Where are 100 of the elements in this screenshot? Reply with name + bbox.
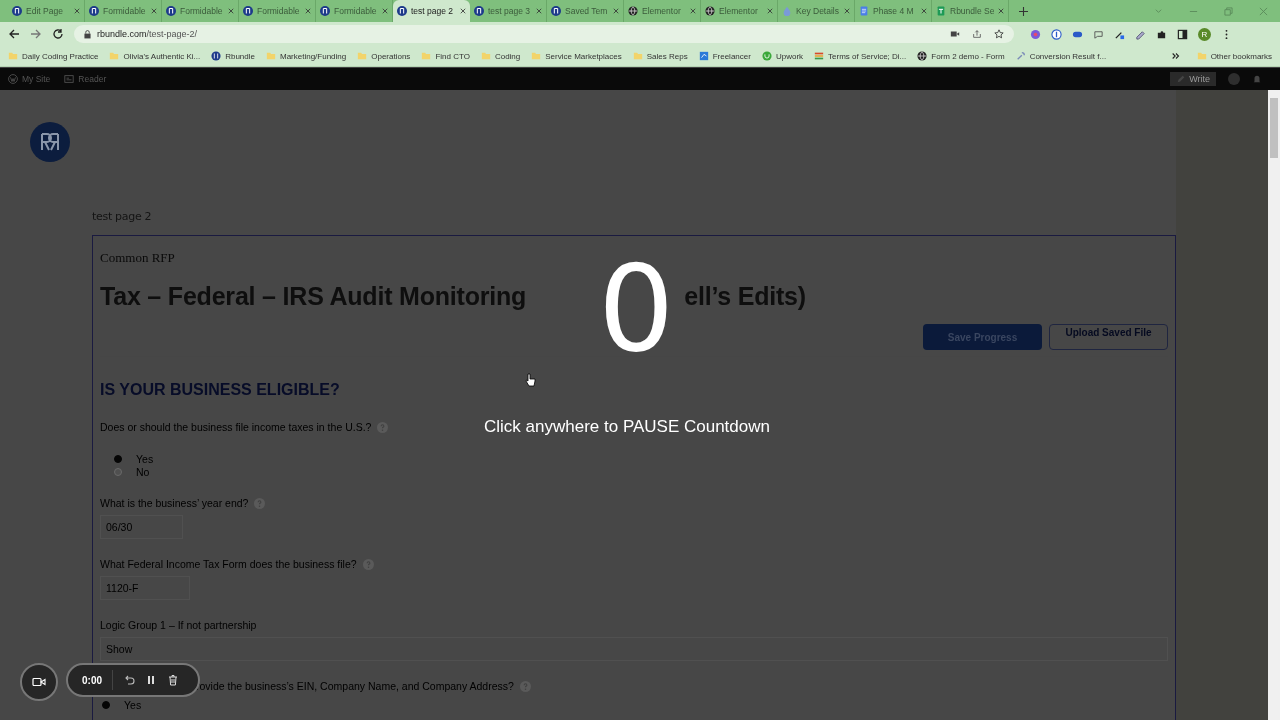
close-icon[interactable]: [228, 8, 234, 14]
trash-icon[interactable]: [167, 674, 179, 686]
logo-icon: [243, 6, 253, 16]
bookmark[interactable]: Freelancer: [698, 51, 751, 61]
folder-icon: [480, 51, 491, 61]
pause-icon[interactable]: [145, 674, 157, 686]
bookmark[interactable]: Find CTO: [421, 51, 470, 61]
tab-title: Formidable: [257, 6, 301, 16]
tab-title: Formidable: [334, 6, 378, 16]
close-icon[interactable]: [767, 8, 773, 14]
close-icon[interactable]: [921, 8, 927, 14]
upload-saved-file-button[interactable]: Upload Saved File: [1049, 324, 1168, 350]
tab-title: Phase 4 M: [873, 6, 915, 16]
radio-button[interactable]: [102, 700, 110, 709]
write-button[interactable]: Write: [1170, 72, 1216, 86]
back-icon[interactable]: [8, 28, 20, 40]
reader-link[interactable]: Reader: [78, 74, 107, 84]
folder-icon: [632, 51, 643, 61]
scrollbar-thumb[interactable]: [1270, 98, 1278, 158]
bookmark[interactable]: Terms of Service; Di...: [814, 51, 907, 61]
new-tab-icon[interactable]: [1019, 6, 1028, 16]
bookmark[interactable]: Sales Reps: [632, 51, 688, 61]
close-icon[interactable]: [998, 8, 1004, 14]
spreadsheet-icon: [936, 6, 946, 16]
more-chevron-icon[interactable]: [1170, 51, 1181, 61]
recording-time: 0:00: [82, 674, 102, 686]
bookmark[interactable]: Coding: [480, 51, 521, 61]
share-icon[interactable]: [972, 29, 982, 39]
close-icon[interactable]: [844, 8, 850, 14]
logo-icon: [761, 51, 772, 61]
undo-icon[interactable]: [123, 674, 135, 686]
folder-icon: [8, 51, 18, 61]
question-label: What is the business’ year end?: [100, 497, 249, 509]
forward-icon[interactable]: [30, 28, 42, 40]
input-field[interactable]: 06/30: [100, 515, 184, 539]
logo-icon: [166, 6, 176, 16]
radio-option[interactable]: Yes: [114, 452, 154, 465]
close-icon[interactable]: [690, 8, 696, 14]
logo-icon: [474, 6, 484, 16]
extension-icon[interactable]: [1030, 28, 1041, 40]
input-field[interactable]: Show: [100, 637, 1168, 661]
pen-icon: [1176, 74, 1187, 84]
close-icon[interactable]: [305, 8, 311, 14]
bookmark[interactable]: Olivia's Authentic Ki...: [109, 51, 201, 61]
tab-title: Elementor: [642, 6, 682, 16]
radio-option[interactable]: Yes: [102, 698, 142, 711]
camera-icon[interactable]: [950, 29, 960, 39]
close-icon[interactable]: [460, 8, 466, 14]
tab-title: Elementor: [719, 6, 759, 16]
close-icon[interactable]: [536, 8, 542, 14]
bookmark[interactable]: Conversion Result f...: [1015, 51, 1107, 61]
extension-icon[interactable]: [1135, 28, 1146, 40]
close-icon[interactable]: [151, 8, 157, 14]
star-icon[interactable]: [994, 29, 1004, 39]
puzzle-icon[interactable]: [1156, 28, 1167, 40]
tab-title: Formidable: [103, 6, 147, 16]
tab-title: Key Details: [796, 6, 840, 16]
chat-icon[interactable]: [1093, 28, 1104, 40]
radio-button[interactable]: [114, 454, 122, 463]
address-bar[interactable]: rbundle.com/test-page-2/: [74, 25, 1014, 43]
video-camera-icon: [32, 677, 46, 687]
close-icon[interactable]: [382, 8, 388, 14]
close-icon[interactable]: [74, 8, 80, 14]
bookmark[interactable]: Service Marketplaces: [531, 51, 622, 61]
bookmark[interactable]: Other bookmarks: [1196, 51, 1272, 61]
browser-tab[interactable]: test page 2: [393, 0, 470, 22]
tab-title: test page 2: [411, 6, 455, 16]
logo-icon[interactable]: [30, 122, 70, 162]
bookmark[interactable]: Rbundle: [211, 51, 255, 61]
tab-title: test page 3: [488, 6, 532, 16]
hand-cursor-icon: [524, 373, 536, 387]
folder-icon: [357, 51, 368, 61]
folder-icon: [1196, 51, 1207, 61]
extension-icon[interactable]: [1051, 28, 1062, 40]
close-icon[interactable]: [613, 8, 619, 14]
bookmark[interactable]: Marketing/Funding: [265, 51, 347, 61]
input-field[interactable]: 1120-F: [100, 576, 190, 600]
radio-option[interactable]: No: [114, 465, 150, 478]
bookmark[interactable]: Form 2 demo - Form: [917, 51, 1005, 61]
folder-icon: [531, 51, 542, 61]
form-kicker: Common RFP: [100, 250, 176, 266]
tab-title: Formidable: [180, 6, 224, 16]
bookmark[interactable]: Upwork: [761, 51, 804, 61]
logo-icon: [551, 6, 561, 16]
stripes-icon: [814, 51, 825, 61]
profile-avatar[interactable]: R: [1198, 27, 1211, 41]
logo-icon: [89, 6, 99, 16]
side-panel-icon[interactable]: [1177, 28, 1188, 40]
bookmark[interactable]: Daily Coding Practice: [8, 51, 99, 61]
document-icon: [859, 6, 869, 16]
bookmark[interactable]: Operations: [357, 51, 411, 61]
globe-icon: [917, 51, 928, 61]
question-label: What Federal Income Tax Form does the business file?: [100, 558, 357, 570]
logo-icon: [211, 51, 222, 61]
my-site-link[interactable]: My Site: [22, 74, 51, 84]
globe-icon: [628, 6, 638, 16]
radio-button[interactable]: [114, 467, 122, 476]
section-heading: IS YOUR BUSINESS ELIGIBLE?: [100, 381, 341, 399]
reload-icon[interactable]: [52, 28, 64, 40]
question-label: Does or should the business file income taxes in the U.S.?: [100, 421, 372, 433]
